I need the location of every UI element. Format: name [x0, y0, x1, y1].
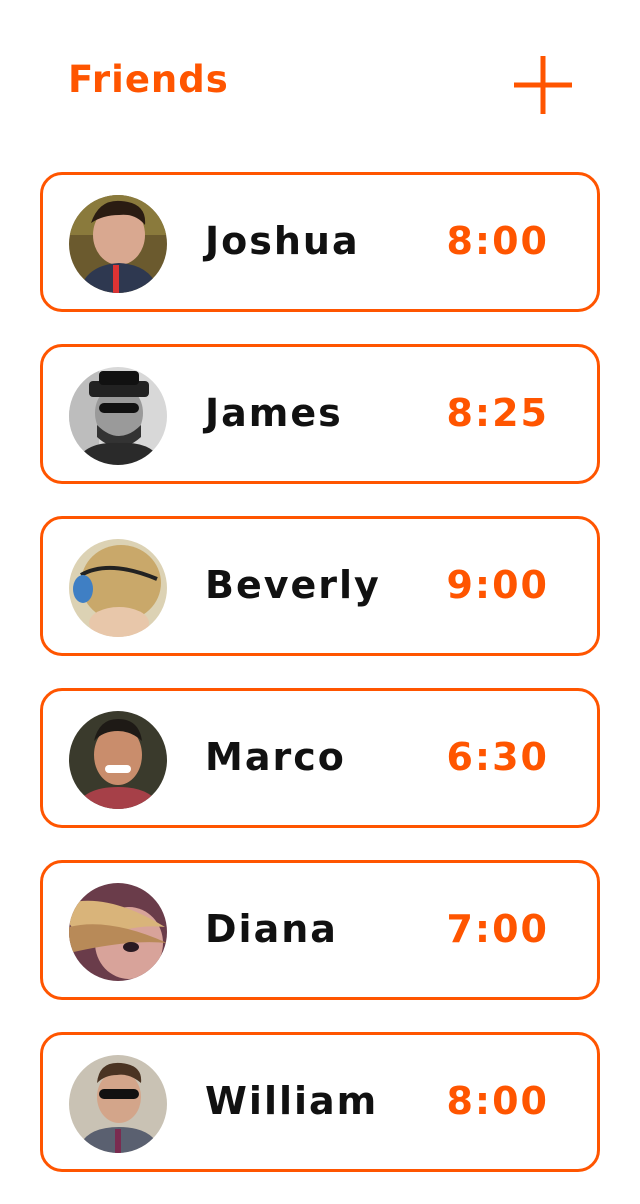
- avatar: [69, 1055, 167, 1153]
- friend-card-marco[interactable]: Marco 6:30: [40, 688, 600, 828]
- page-title: Friends: [68, 58, 229, 101]
- friend-name: Diana: [205, 907, 338, 951]
- avatar: [69, 539, 167, 637]
- friend-time: 8:00: [446, 1079, 549, 1123]
- avatar: [69, 883, 167, 981]
- friend-name: Marco: [205, 735, 346, 779]
- friend-card-james[interactable]: James 8:25: [40, 344, 600, 484]
- friend-card-beverly[interactable]: Beverly 9:00: [40, 516, 600, 656]
- avatar: [69, 711, 167, 809]
- friend-time: 6:30: [446, 735, 549, 779]
- add-friend-button[interactable]: [512, 54, 574, 116]
- friend-time: 9:00: [446, 563, 549, 607]
- friend-name: William: [205, 1079, 379, 1123]
- friend-name: Beverly: [205, 563, 381, 607]
- friend-name: James: [205, 391, 343, 435]
- friend-card-diana[interactable]: Diana 7:00: [40, 860, 600, 1000]
- plus-icon: [514, 56, 572, 114]
- friend-time: 8:25: [446, 391, 549, 435]
- friends-list: Joshua 8:00 James 8:25 Beverly 9:00 Marc…: [40, 172, 600, 1204]
- avatar: [69, 195, 167, 293]
- avatar: [69, 367, 167, 465]
- friend-name: Joshua: [205, 219, 360, 263]
- friend-time: 7:00: [446, 907, 549, 951]
- friend-time: 8:00: [446, 219, 549, 263]
- friend-card-william[interactable]: William 8:00: [40, 1032, 600, 1172]
- header: Friends: [0, 0, 640, 160]
- friend-card-joshua[interactable]: Joshua 8:00: [40, 172, 600, 312]
